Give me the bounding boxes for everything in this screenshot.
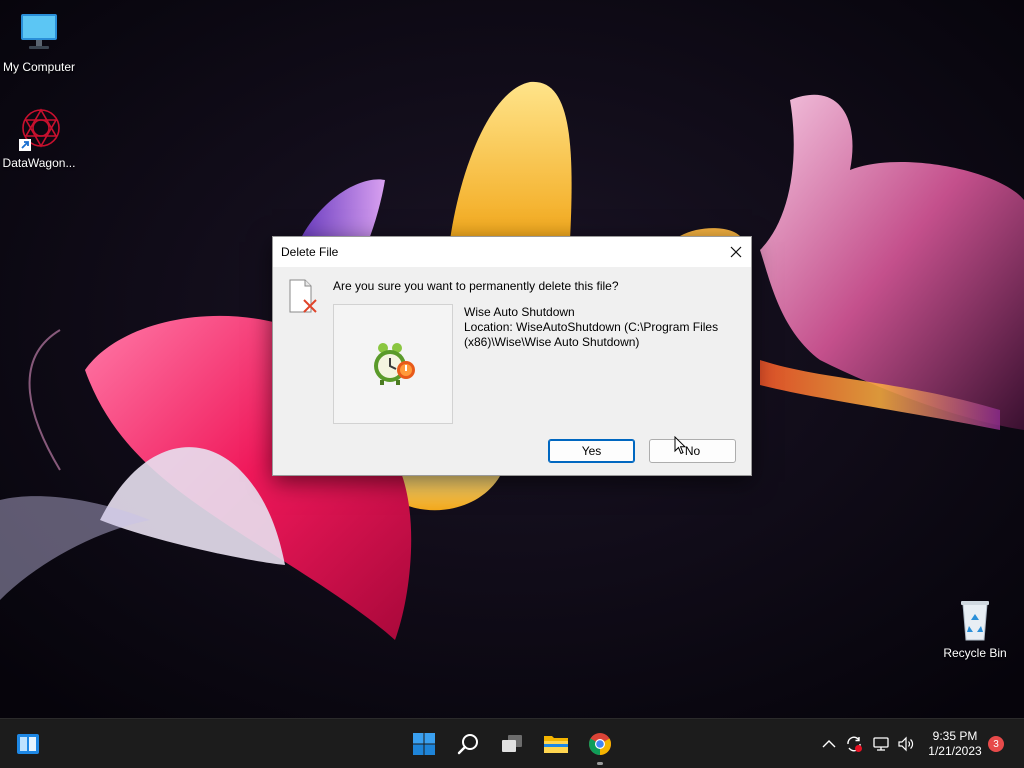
chevron-up-icon — [822, 740, 836, 748]
file-location-line2: (x86)\Wise\Wise Auto Shutdown) — [464, 335, 640, 349]
file-explorer-button[interactable] — [540, 728, 572, 760]
notification-badge[interactable]: 3 — [988, 736, 1004, 752]
dialog-titlebar[interactable]: Delete File — [273, 237, 751, 267]
volume-tray-button[interactable] — [897, 735, 915, 753]
dialog-title: Delete File — [281, 245, 339, 259]
taskbar: 9:35 PM 1/21/2023 3 — [0, 718, 1024, 768]
file-explorer-icon — [544, 736, 568, 753]
clock-time: 9:35 PM — [932, 729, 978, 743]
close-button[interactable] — [721, 237, 751, 267]
wise-auto-shutdown-icon — [374, 343, 415, 385]
file-info: Wise Auto Shutdown Location: WiseAutoShu… — [464, 305, 739, 350]
task-view-icon — [502, 735, 522, 752]
widgets-button[interactable] — [12, 728, 44, 760]
file-preview — [333, 304, 453, 424]
datawagon-shortcut-icon — [15, 106, 63, 154]
clock-date: 1/21/2023 — [928, 744, 982, 758]
desktop-icon-label: My Computer — [2, 60, 76, 74]
monitor-icon — [15, 10, 63, 58]
network-icon — [873, 737, 889, 751]
file-location-line1: Location: WiseAutoShutdown (C:\Program F… — [464, 320, 719, 334]
mouse-cursor-icon — [674, 435, 687, 460]
start-button[interactable] — [408, 728, 440, 760]
close-icon — [730, 246, 742, 258]
search-icon — [457, 734, 478, 755]
network-tray-button[interactable] — [872, 735, 890, 753]
start-icon — [413, 733, 435, 755]
taskbar-clock[interactable]: 9:35 PM 1/21/2023 — [922, 729, 988, 759]
show-hidden-icons-button[interactable] — [820, 735, 838, 753]
desktop-icon-label: Recycle Bin — [943, 646, 1007, 660]
desktop-icon-my-computer[interactable]: My Computer — [0, 10, 78, 75]
sync-icon — [847, 736, 862, 752]
recycle-bin-icon — [951, 596, 999, 644]
volume-icon — [898, 736, 914, 752]
file-name: Wise Auto Shutdown — [464, 305, 575, 319]
sync-tray-button[interactable] — [845, 735, 863, 753]
desktop-icon-datawagon[interactable]: DataWagon... — [0, 106, 78, 171]
chrome-button[interactable] — [584, 728, 616, 765]
desktop-icon-label: DataWagon... — [2, 156, 76, 170]
delete-document-icon — [287, 279, 323, 315]
dialog-question: Are you sure you want to permanently del… — [333, 279, 619, 293]
task-view-button[interactable] — [496, 728, 528, 760]
widgets-icon — [17, 734, 39, 754]
search-button[interactable] — [452, 728, 484, 760]
yes-button[interactable]: Yes — [548, 439, 635, 463]
no-button[interactable]: No — [649, 439, 736, 463]
chrome-icon — [589, 733, 611, 755]
desktop-icon-recycle-bin[interactable]: Recycle Bin — [936, 596, 1014, 661]
